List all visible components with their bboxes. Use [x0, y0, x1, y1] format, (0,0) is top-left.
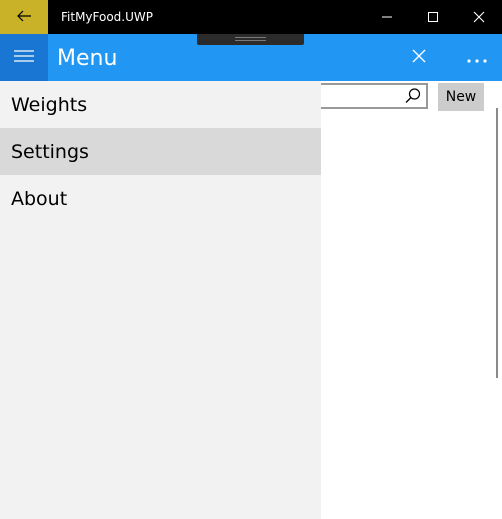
minimize-button[interactable]: [364, 0, 410, 34]
nav-item-weights[interactable]: Weights: [0, 81, 321, 128]
maximize-button[interactable]: [410, 0, 456, 34]
new-button[interactable]: New: [438, 83, 484, 111]
page-title: Menu: [57, 46, 118, 71]
grip-line: [235, 37, 266, 38]
search-icon[interactable]: [404, 87, 422, 105]
title-bar: FitMyFood.UWP: [0, 0, 502, 34]
minimize-icon: [381, 8, 393, 27]
back-button[interactable]: [0, 0, 48, 34]
header-close-button[interactable]: [399, 34, 439, 81]
nav-item-settings[interactable]: Settings: [0, 128, 321, 175]
app-window: FitMyFood.UWP Menu New Weights Settings …: [0, 0, 502, 519]
navigation-pane: Weights Settings About: [0, 81, 321, 519]
nav-item-about[interactable]: About: [0, 175, 321, 222]
scrollbar[interactable]: [496, 108, 498, 378]
more-button[interactable]: [456, 34, 498, 81]
back-arrow-icon: [16, 8, 32, 27]
window-close-button[interactable]: [456, 0, 502, 34]
close-icon: [473, 8, 485, 27]
grip-line: [235, 40, 266, 41]
close-icon: [412, 48, 426, 67]
hamburger-icon: [14, 48, 34, 67]
more-icon: [467, 48, 487, 67]
maximize-icon: [427, 8, 439, 27]
hamburger-button[interactable]: [0, 34, 48, 81]
app-title: FitMyFood.UWP: [61, 10, 153, 24]
window-grip-handle[interactable]: [197, 34, 304, 45]
